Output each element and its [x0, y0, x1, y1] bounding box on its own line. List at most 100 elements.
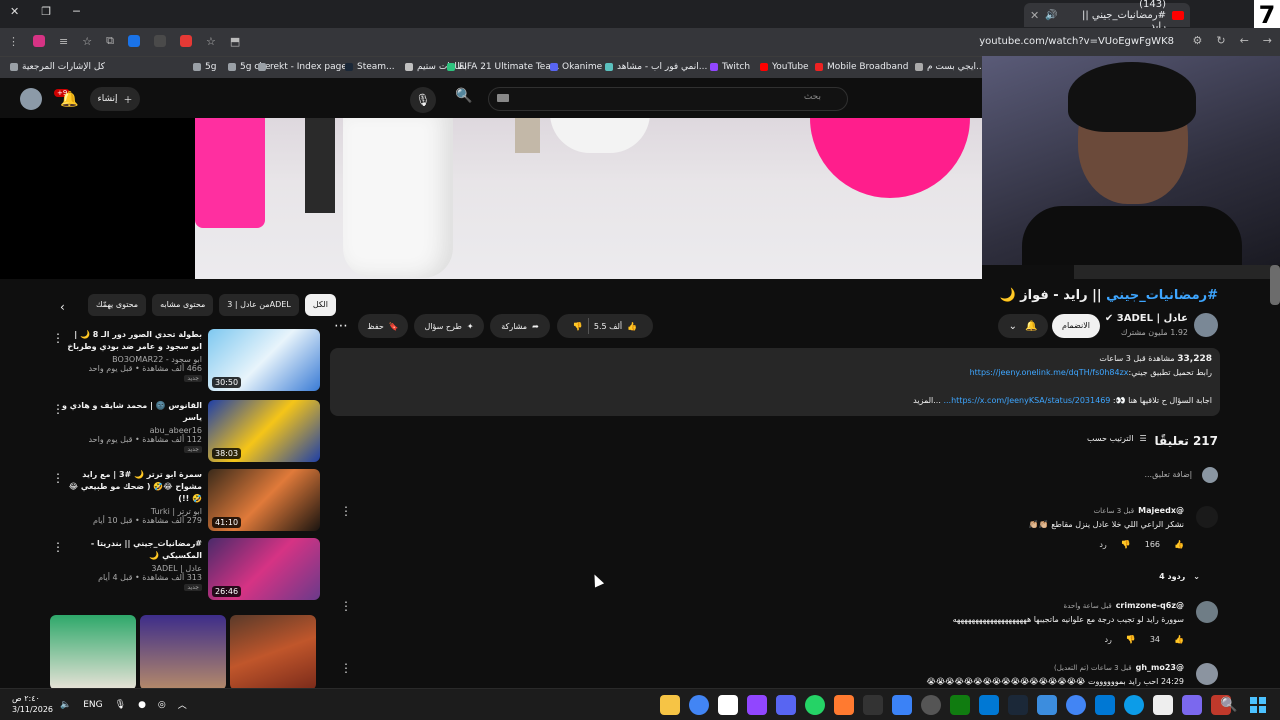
- filter-chip[interactable]: الكل: [304, 294, 336, 316]
- account-avatar[interactable]: [20, 88, 42, 110]
- ask-button[interactable]: طرح سؤال ✦: [414, 314, 484, 338]
- bookmark-star-icon[interactable]: ☆: [82, 35, 92, 48]
- extension-blue-icon[interactable]: [127, 35, 140, 47]
- capcut-icon[interactable]: [718, 695, 738, 715]
- video-menu-icon[interactable]: ⋮: [52, 471, 64, 485]
- video-thumbnail[interactable]: 38:03: [208, 400, 320, 462]
- outlook-icon[interactable]: [1095, 695, 1115, 715]
- recommended-channel[interactable]: عادل | 3ADEL: [62, 564, 202, 573]
- bookmark-item[interactable]: FIFA 21 Ultimate Tea...: [447, 62, 559, 72]
- like-icon[interactable]: 👍: [1174, 635, 1184, 644]
- minimize-window-icon[interactable]: ─: [73, 5, 80, 18]
- channel-name[interactable]: عادل | 3ADEL ✔: [1105, 313, 1188, 324]
- language-indicator[interactable]: ENG: [83, 700, 102, 710]
- bookmark-item[interactable]: 5g: [193, 62, 216, 72]
- recommended-video-title[interactable]: بطولة تحدي الصور دور الـ 8 🌙 | ابو سجود …: [62, 329, 202, 353]
- dislike-icon[interactable]: 👎: [1126, 635, 1136, 644]
- reload-icon[interactable]: ↻: [1216, 34, 1225, 47]
- discord-icon[interactable]: [776, 695, 796, 715]
- search-icon[interactable]: 🔍: [455, 88, 472, 104]
- recommended-video[interactable]: 30:50 بطولة تحدي الصور دور الـ 8 🌙 | ابو …: [50, 329, 320, 393]
- show-more[interactable]: ...المزيد: [913, 396, 941, 405]
- channel-avatar[interactable]: [1194, 313, 1218, 337]
- close-window-icon[interactable]: ✕: [10, 5, 19, 18]
- video-menu-icon[interactable]: ⋮: [52, 331, 64, 345]
- recommended-video[interactable]: 41:10 سمرة ابو ترتر 🌙 #3 | مع رايد مشواح …: [50, 469, 320, 533]
- like-icon[interactable]: 👍: [1174, 540, 1184, 549]
- comment-avatar[interactable]: [1196, 506, 1218, 528]
- speaker-icon[interactable]: 🔊: [1045, 10, 1057, 21]
- comment-menu-icon[interactable]: ⋮: [340, 504, 352, 518]
- url-field[interactable]: youtube.com/watch?v=VUoEgwFgWK8: [979, 36, 1174, 47]
- video-menu-icon[interactable]: ⋮: [52, 540, 64, 554]
- comment-author[interactable]: @Majeedx: [1138, 506, 1184, 515]
- filter-chip[interactable]: محتوى مشابه: [152, 294, 214, 316]
- volume-icon[interactable]: 🔈: [60, 700, 71, 710]
- keyboard-icon[interactable]: [497, 94, 509, 102]
- recommended-video-title[interactable]: القانوس 🌚 | محمد شايف و هادي و ياسر: [62, 400, 202, 424]
- recommended-channel[interactable]: ابو سجود - BO3OMAR22: [62, 355, 202, 364]
- subscribed-button[interactable]: ⌄ 🔔: [998, 314, 1048, 338]
- steam-icon[interactable]: [1008, 695, 1028, 715]
- comment-avatar[interactable]: [1196, 601, 1218, 623]
- video-player[interactable]: [0, 118, 982, 279]
- recommended-video[interactable]: 38:03 القانوس 🌚 | محمد شايف و هادي و ياسر…: [50, 400, 320, 464]
- like-icon[interactable]: 👍: [627, 322, 637, 331]
- browser-tab[interactable]: (143) #رمضانيات_جيني || رايد 🔊 ✕: [1024, 0, 1190, 32]
- profile-icon[interactable]: [33, 35, 45, 47]
- create-button[interactable]: إنشاء ＋: [90, 87, 140, 111]
- recommended-video[interactable]: 26:46 #رمضانيات_جيني || بندريتا - المكسيك…: [50, 538, 320, 602]
- dislike-icon[interactable]: 👎: [573, 322, 583, 331]
- maximize-window-icon[interactable]: ❐: [41, 5, 51, 18]
- notifications-bell-icon[interactable]: 🔔: [60, 90, 79, 108]
- close-tab-icon[interactable]: ✕: [1030, 9, 1039, 22]
- adblock-icon[interactable]: [179, 35, 192, 47]
- recommended-video-title[interactable]: سمرة ابو ترتر 🌙 #3 | مع رايد مشواح 😂🤣 ( …: [62, 469, 202, 505]
- comment-menu-icon[interactable]: ⋮: [340, 661, 352, 675]
- short-thumbnail[interactable]: [50, 615, 136, 690]
- record-icon[interactable]: ●: [138, 700, 146, 710]
- chrome-active-icon[interactable]: [1066, 695, 1086, 715]
- join-button[interactable]: الانضمام: [1052, 314, 1100, 338]
- share-button[interactable]: مشاركة ➦: [490, 314, 550, 338]
- mic-icon[interactable]: 🎙: [115, 700, 126, 710]
- wifi-icon[interactable]: ◎: [158, 700, 166, 710]
- filter-chip[interactable]: من عادل | 3ADEL: [219, 294, 299, 316]
- search-icon[interactable]: 🔍: [1220, 697, 1237, 713]
- search-input[interactable]: بحث: [488, 87, 848, 111]
- comment-author[interactable]: @crimzone-q6z: [1116, 601, 1184, 610]
- install-icon[interactable]: ⬒: [230, 35, 240, 48]
- short-thumbnail[interactable]: [140, 615, 226, 690]
- extension-icon[interactable]: ≡: [59, 35, 68, 48]
- app-blue2-icon[interactable]: [979, 695, 999, 715]
- xbox-icon[interactable]: [950, 695, 970, 715]
- chevron-left-icon[interactable]: ‹: [60, 300, 65, 314]
- clock[interactable]: ٢:٤٠ ص 3/11/2026: [12, 693, 53, 715]
- bookmark-item[interactable]: انمي فور اب - مشاهد...: [605, 62, 707, 72]
- bookmark-item[interactable]: Twitch: [710, 62, 750, 72]
- recommended-channel[interactable]: abu_abeer16: [62, 426, 202, 435]
- recommended-video-title[interactable]: #رمضانيات_جيني || بندريتا - المكسيكي 🌙: [62, 538, 202, 562]
- video-thumbnail[interactable]: 26:46: [208, 538, 320, 600]
- star-icon[interactable]: ☆: [206, 35, 216, 48]
- extension-gray-icon[interactable]: [153, 35, 166, 47]
- bookmark-item[interactable]: Mobile Broadband: [815, 62, 908, 72]
- twitter-link[interactable]: https://x.com/JeenyKSA/status/2031469...: [943, 396, 1110, 405]
- page-scrollbar[interactable]: [1270, 265, 1280, 305]
- sort-button[interactable]: الترتيب حسب ☰: [1087, 434, 1147, 443]
- back-icon[interactable]: →: [1263, 34, 1272, 47]
- description-box[interactable]: 33,228 مشاهدة قبل 3 ساعات رابط تحميل تطب…: [330, 348, 1220, 416]
- recommended-channel[interactable]: ابو ترتر | Turki: [62, 507, 202, 516]
- reply-button[interactable]: رد: [1099, 540, 1106, 549]
- whatsapp-icon[interactable]: [805, 695, 825, 715]
- bookmark-item[interactable]: كل الإشارات المرجعية: [10, 62, 105, 72]
- save-button[interactable]: حفظ 🔖: [358, 314, 408, 338]
- app-blue-icon[interactable]: [892, 695, 912, 715]
- puzzle-icon[interactable]: ⧉: [106, 34, 114, 48]
- video-menu-icon[interactable]: ⋮: [52, 402, 64, 416]
- view-replies-button[interactable]: 4 ردود ⌄: [1159, 572, 1200, 581]
- dislike-icon[interactable]: 👎: [1121, 540, 1131, 549]
- video-thumbnail[interactable]: 41:10: [208, 469, 320, 531]
- filter-chip[interactable]: محتوى يهمّك: [88, 294, 147, 316]
- like-count[interactable]: 5.5 ألف: [594, 322, 622, 331]
